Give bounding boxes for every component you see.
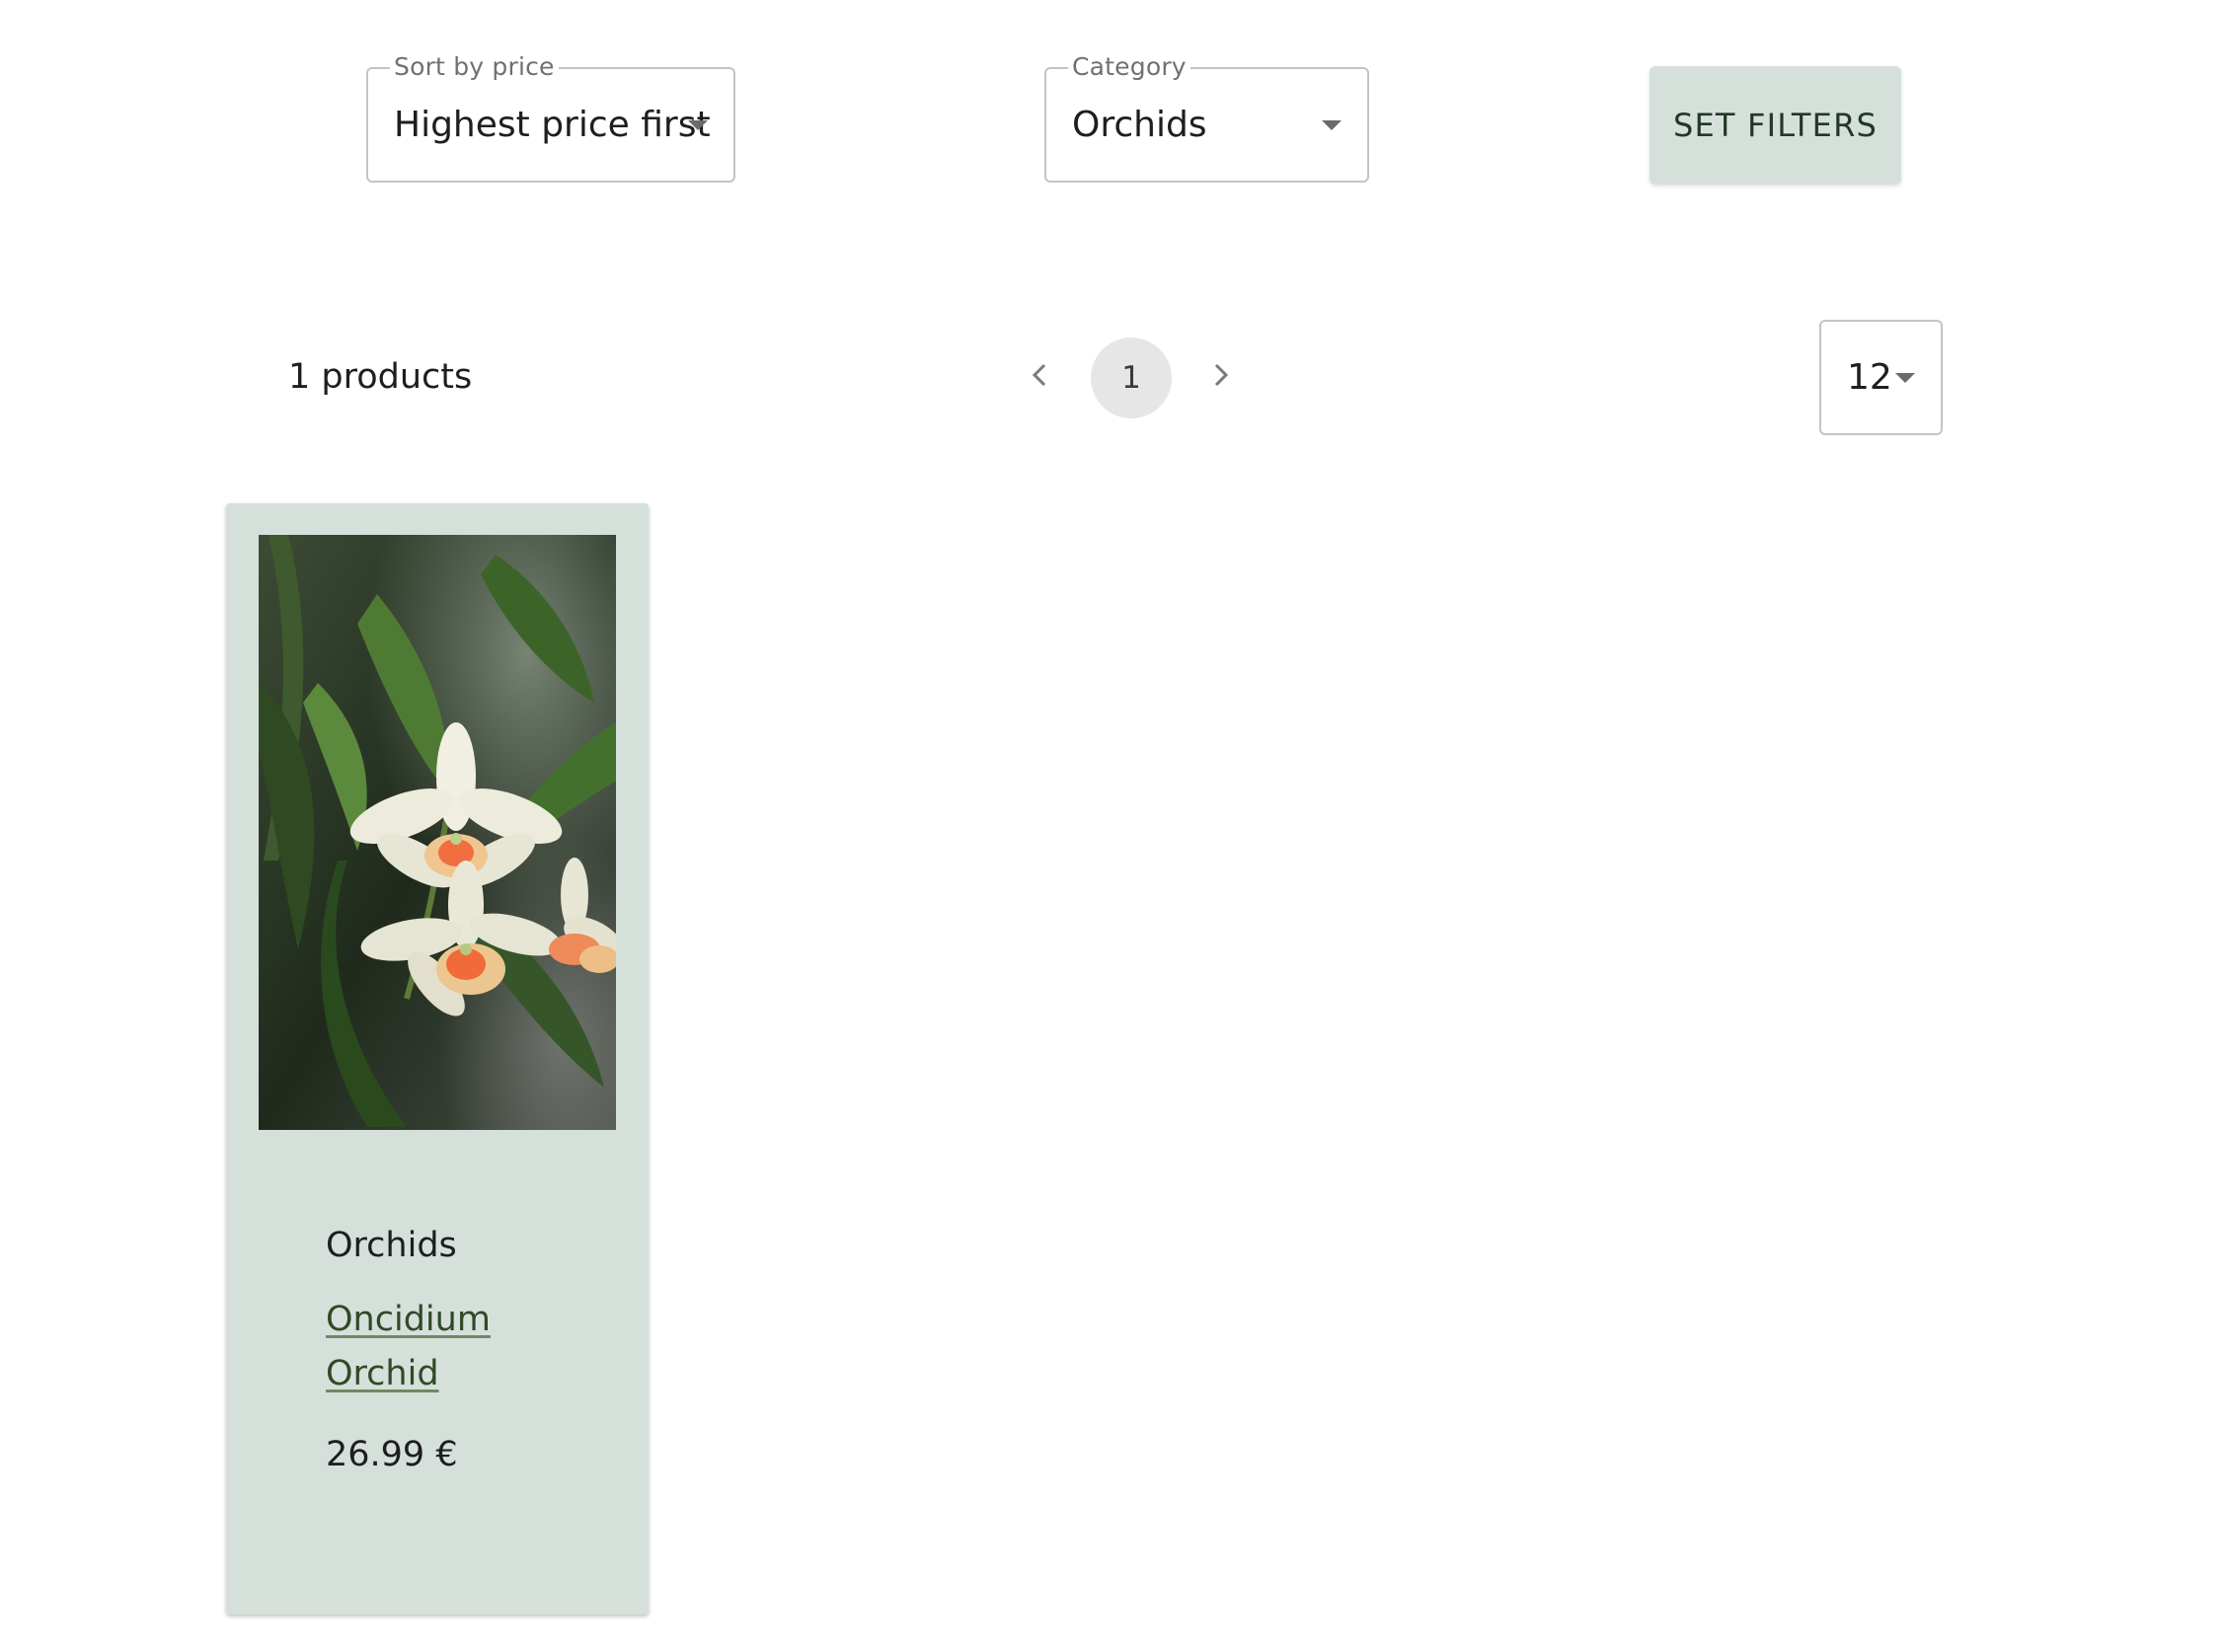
next-page-button[interactable] [1196,350,1246,400]
product-category: Orchids [326,1226,457,1265]
items-per-page-select[interactable]: 12 [1819,320,1943,435]
set-filters-button[interactable]: SET FILTERS [1650,66,1901,185]
sort-by-price-value: Highest price first [394,105,711,145]
product-name-link[interactable]: Oncidium Orchid [326,1293,523,1401]
caret-down-icon [1895,372,1915,383]
chevron-right-icon [1214,363,1229,387]
product-image[interactable] [259,535,616,1130]
product-price: 26.99 € [326,1435,458,1474]
product-count: 1 products [288,357,473,397]
category-select[interactable]: Category Orchids [1044,53,1369,183]
chevron-left-icon [1032,363,1046,387]
orchid-photo [259,535,616,1130]
caret-down-icon [688,119,708,130]
category-value: Orchids [1072,105,1207,145]
sort-by-price-select[interactable]: Sort by price Highest price first [366,53,735,183]
caret-down-icon [1322,119,1342,130]
previous-page-button[interactable] [1015,350,1064,400]
page-number-button[interactable]: 1 [1091,338,1172,418]
product-card[interactable]: Orchids Oncidium Orchid 26.99 € [226,503,649,1614]
items-per-page-value: 12 [1847,357,1892,398]
